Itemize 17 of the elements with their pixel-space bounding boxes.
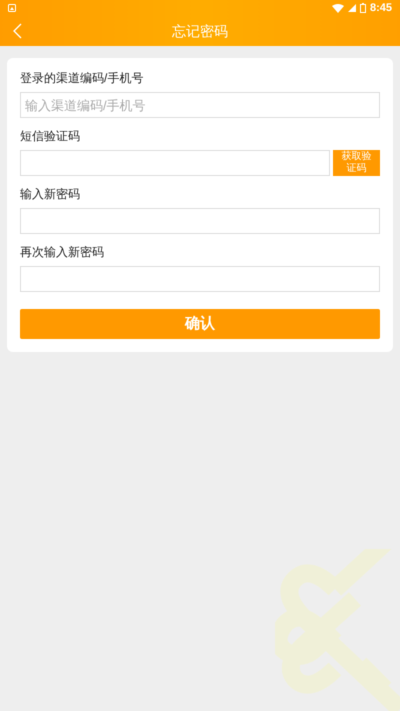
notification-icon (8, 4, 16, 12)
confirm-button[interactable]: 确认 (20, 309, 380, 339)
input-field[interactable]: 输入渠道编码/手机号 (20, 92, 380, 118)
input-field[interactable] (20, 208, 380, 234)
field-label: 输入新密码 (20, 186, 81, 202)
page-title: 忘记密码 (172, 22, 228, 40)
input-field[interactable] (20, 150, 330, 176)
field-label: 登录的渠道编码/手机号 (20, 70, 144, 86)
status-time: 8:45 (370, 0, 392, 16)
input-field[interactable] (20, 266, 380, 292)
wifi-icon (332, 4, 344, 12)
back-icon[interactable] (13, 23, 22, 39)
field-label: 再次输入新密码 (20, 244, 105, 260)
battery-icon (360, 3, 366, 13)
field-label: 短信验证码 (20, 128, 81, 144)
get-code-button[interactable]: 获取验证码 (333, 150, 380, 176)
signal-icon (348, 4, 356, 12)
